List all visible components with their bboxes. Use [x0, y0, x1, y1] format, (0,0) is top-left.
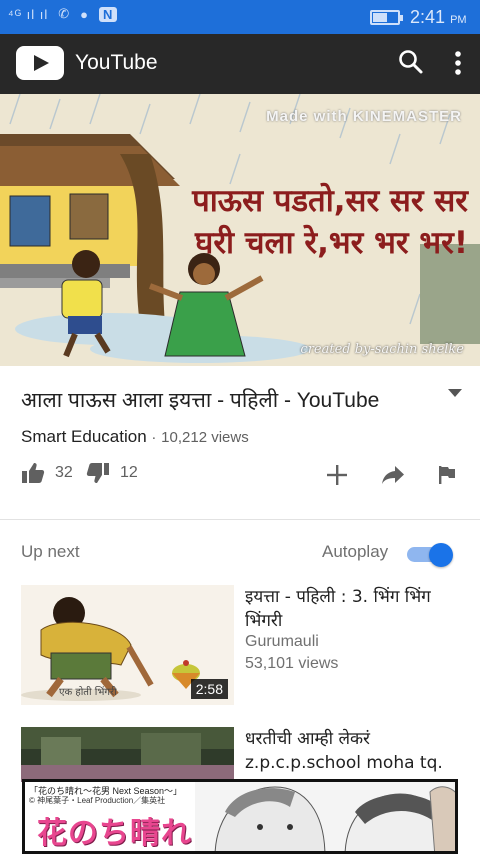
status-time: 2:41 PM [410, 7, 467, 27]
video-actions: 32 12 [0, 458, 480, 498]
video-duration: 2:58 [190, 679, 228, 699]
share-icon[interactable] [381, 465, 405, 485]
call-icon: ✆ [58, 6, 71, 21]
message-icon: ● [80, 6, 90, 22]
overlay-line-2: घरी चला रे,भर भर भर! [195, 225, 468, 261]
up-next-views: 53,101 views [245, 655, 339, 672]
toggle-knob [429, 543, 453, 567]
status-icons: ⁴ᴳ ıl ıl ✆ ● N [8, 6, 118, 22]
view-count: 10,212 views [161, 429, 249, 446]
thumbnail-caption: एक होती भिंगरी [59, 687, 117, 698]
like-count: 32 [55, 464, 73, 481]
channel-name[interactable]: Smart Education [21, 427, 147, 446]
app-bar: YouTube [0, 34, 480, 94]
app-title: YouTube [75, 51, 158, 74]
channel-row: Smart Education · 10,212 views [21, 427, 249, 447]
video-overlay-text: पाऊस पडतो,सर सर सर घरी चला रे,भर भर भर! [136, 180, 468, 264]
ad-logo: 花のち晴れ [37, 816, 192, 851]
like-button[interactable]: 32 [21, 462, 73, 484]
ad-banner[interactable]: 「花のち晴れ〜花男 Next Season〜」 © 神尾葉子・Leaf Prod… [22, 779, 458, 854]
video-player[interactable]: Made with KINEMASTER पाऊस पडतो,सर सर सर … [0, 94, 480, 366]
add-to-playlist-icon[interactable] [326, 464, 348, 486]
up-next-label: Up next [21, 542, 80, 561]
video-thumbnail [21, 727, 234, 782]
status-bar: ⁴ᴳ ıl ıl ✆ ● N 2:41 PM [0, 0, 480, 34]
thumb-down-icon [86, 463, 109, 483]
thumbnail-art [21, 727, 234, 782]
autoplay-toggle[interactable] [405, 543, 453, 567]
thumb-up-icon [22, 463, 45, 483]
search-icon[interactable] [398, 48, 424, 76]
youtube-logo-icon [16, 46, 64, 80]
battery-icon [370, 10, 403, 25]
notification-badge: N [99, 6, 118, 22]
signal-text: ⁴ᴳ ıl ıl [8, 6, 49, 22]
overlay-line-1: पाऊस पडतो,सर सर सर [192, 183, 468, 219]
up-next-item[interactable]: एक होती भिंगरी 2:58 इयत्ता - पहिली : 3. … [0, 585, 480, 707]
dislike-count: 12 [120, 464, 138, 481]
up-next-title: धरतीची आम्ही लेकरं z.p.c.p.school moha t… [245, 729, 443, 782]
video-title: आला पाऊस आला इयत्ता - पहिली - YouTube [21, 389, 380, 412]
divider [0, 519, 480, 520]
ad-manga-art [195, 782, 455, 851]
kinemaster-watermark: Made with KINEMASTER [266, 108, 462, 125]
up-next-title: इयत्ता - पहिली : 3. भिंग भिंग भिंगरी [245, 587, 431, 631]
expand-description-icon[interactable] [444, 386, 466, 402]
separator: · [151, 429, 157, 446]
more-vert-icon[interactable] [446, 48, 470, 78]
creator-watermark: created by-sachin shelke [300, 342, 464, 357]
ad-copyright: © 神尾葉子・Leaf Production／集英社 [29, 796, 166, 805]
up-next-channel: Gurumauli [245, 633, 319, 650]
autoplay-label: Autoplay [322, 542, 389, 561]
up-next-item[interactable]: धरतीची आम्ही लेकरं z.p.c.p.school moha t… [0, 727, 480, 782]
video-thumbnail: एक होती भिंगरी 2:58 [21, 585, 234, 705]
report-flag-icon[interactable] [438, 465, 456, 485]
dislike-button[interactable]: 12 [86, 462, 138, 484]
